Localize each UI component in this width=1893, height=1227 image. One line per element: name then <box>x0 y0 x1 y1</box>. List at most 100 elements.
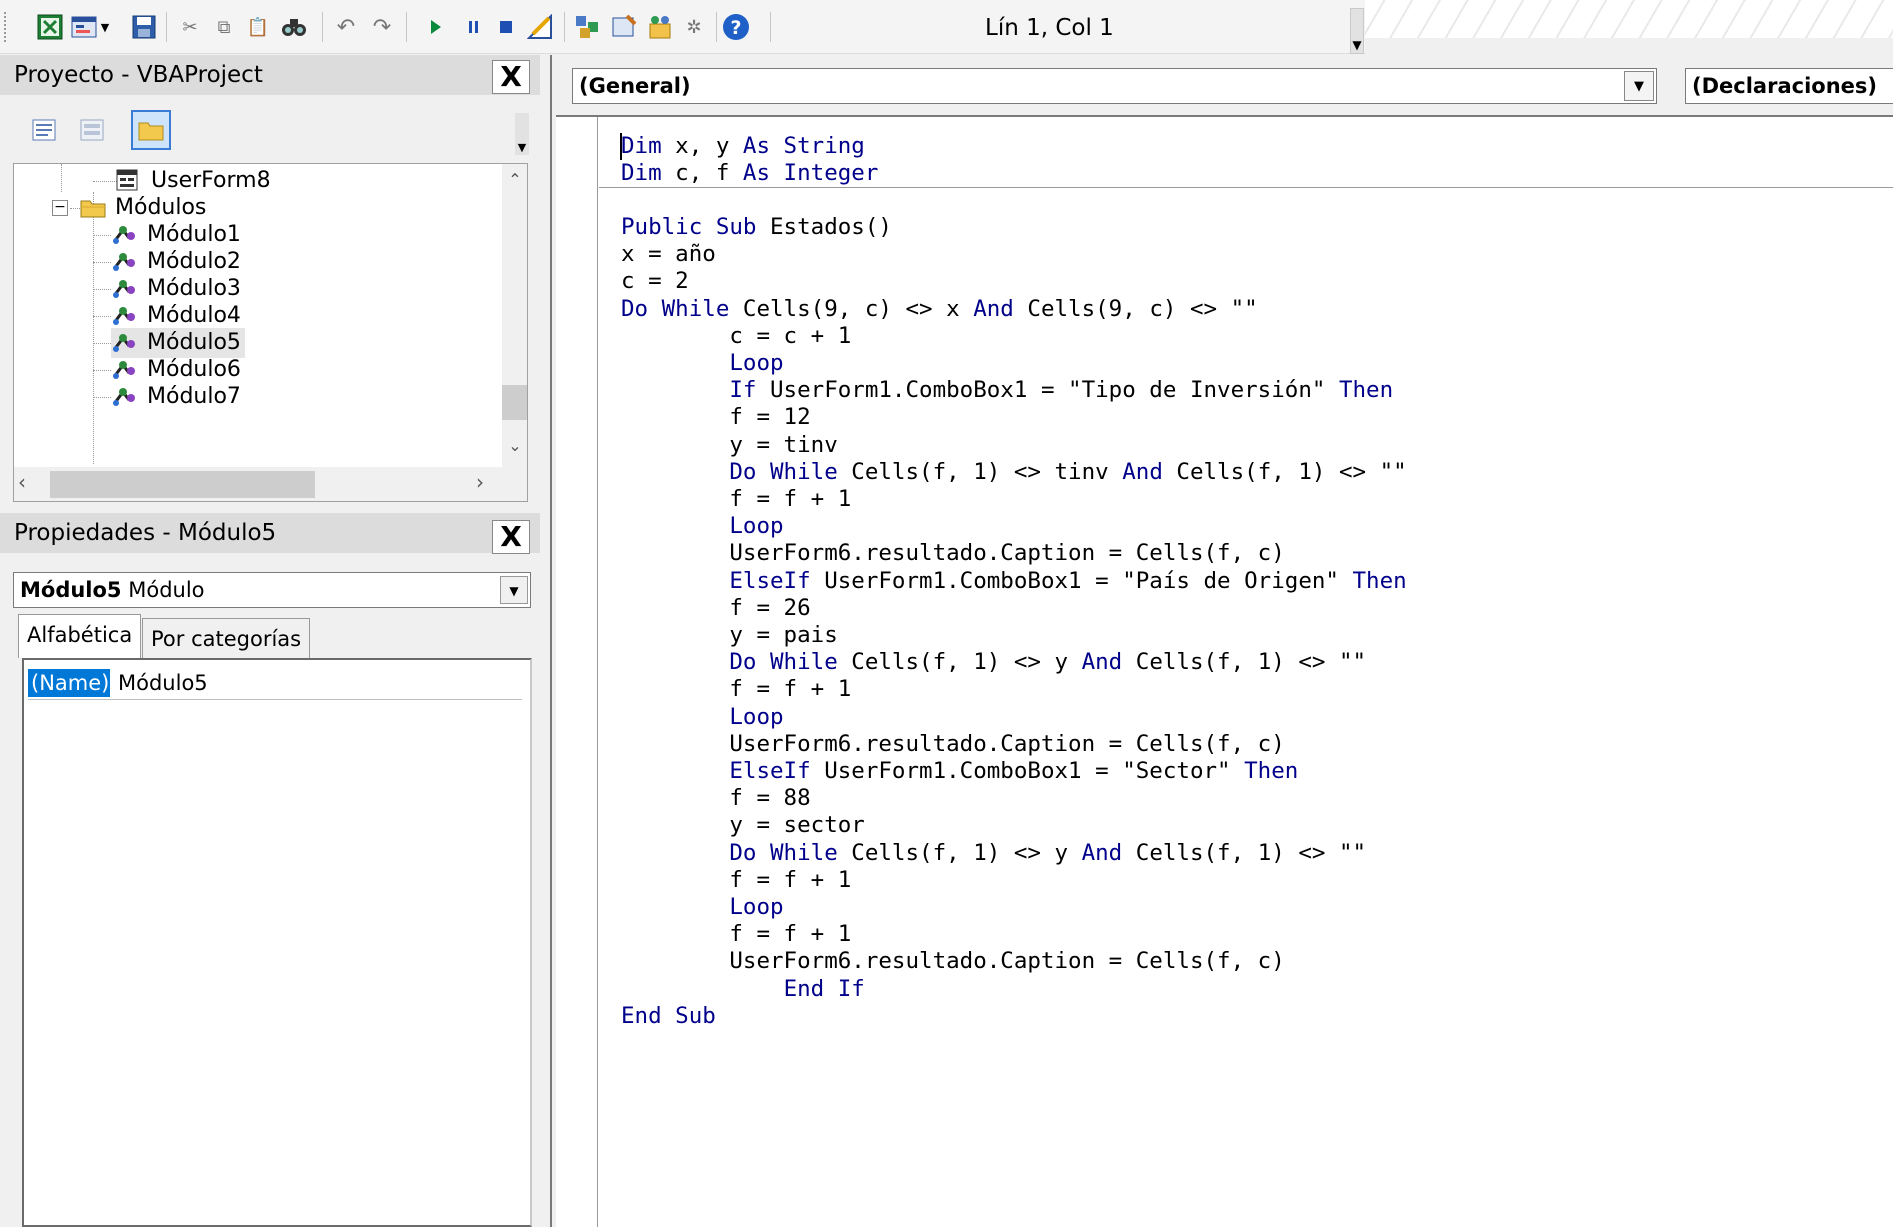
toolbox-icon[interactable]: ✲ <box>680 13 708 41</box>
find-icon[interactable] <box>280 13 308 41</box>
code-editor[interactable]: Dim x, y As String Dim c, f As Integer Pub… <box>556 115 1893 1227</box>
code-line[interactable]: Dim x, y As String <box>621 131 865 161</box>
run-icon[interactable] <box>422 13 450 41</box>
reset-icon[interactable] <box>492 13 520 41</box>
project-toolbar-options[interactable]: ▼ <box>515 113 529 155</box>
tree-item-modulo3[interactable]: Módulo3 <box>111 274 241 304</box>
tree-item-modulo7[interactable]: Módulo7 <box>111 382 241 412</box>
code-line[interactable]: f = 12 <box>621 402 810 432</box>
project-explorer-icon[interactable] <box>574 13 602 41</box>
property-grid[interactable]: (Name) Módulo5 <box>22 658 532 1227</box>
design-mode-icon[interactable] <box>526 13 554 41</box>
tree-item-modulo2[interactable]: Módulo2 <box>111 247 241 277</box>
code-keyword: And <box>973 295 1014 322</box>
code-line[interactable]: End Sub <box>621 1001 716 1031</box>
code-line[interactable]: Loop <box>621 892 783 922</box>
code-line[interactable]: x = año <box>621 239 716 269</box>
code-line[interactable]: If UserForm1.ComboBox1 = "Tipo de Invers… <box>621 375 1393 405</box>
code-line[interactable]: Do While Cells(9, c) <> x And Cells(9, c… <box>621 294 1258 324</box>
code-line[interactable]: Loop <box>621 511 783 541</box>
code-line[interactable]: f = f + 1 <box>621 865 851 895</box>
toolbar-options-button[interactable]: ▼ <box>1350 8 1364 54</box>
project-close-button[interactable]: X <box>492 60 530 94</box>
tree-item-modulo4[interactable]: Módulo4 <box>111 301 241 331</box>
undo-icon[interactable]: ↶ <box>332 13 360 41</box>
scroll-left-icon[interactable]: ‹ <box>18 470 26 494</box>
tree-item-modulo1[interactable]: Módulo1 <box>111 220 241 250</box>
properties-close-button[interactable]: X <box>492 520 530 554</box>
help-icon[interactable]: ? <box>722 13 750 41</box>
code-line[interactable]: ElseIf UserForm1.ComboBox1 = "País de Or… <box>621 566 1406 596</box>
code-line[interactable]: c = 2 <box>621 266 689 296</box>
code-line[interactable]: Do While Cells(f, 1) <> tinv And Cells(f… <box>621 457 1406 487</box>
code-line[interactable]: f = f + 1 <box>621 919 851 949</box>
code-line[interactable]: UserForm6.resultado.Caption = Cells(f, c… <box>621 946 1284 976</box>
code-line[interactable]: Loop <box>621 702 783 732</box>
code-line[interactable]: f = 88 <box>621 783 810 813</box>
insert-object-icon[interactable] <box>70 13 98 41</box>
code-keyword: Then <box>1244 758 1299 784</box>
code-line[interactable]: Loop <box>621 348 783 378</box>
tab-alfabetica[interactable]: Alfabética <box>18 614 142 658</box>
code-line[interactable]: UserForm6.resultado.Caption = Cells(f, c… <box>621 538 1284 568</box>
code-margin[interactable] <box>556 117 598 1227</box>
tree-item-modulo5[interactable]: Módulo5 <box>111 328 245 358</box>
code-line[interactable]: Do While Cells(f, 1) <> y And Cells(f, 1… <box>621 838 1366 868</box>
chevron-down-icon[interactable]: ▼ <box>1624 71 1654 101</box>
code-line[interactable]: End If <box>621 974 865 1004</box>
tree-item-modulos[interactable]: − Módulos <box>52 193 206 223</box>
toolbar-grip[interactable] <box>4 12 8 42</box>
code-line[interactable]: f = f + 1 <box>621 484 851 514</box>
code-line[interactable]: c = c + 1 <box>621 321 851 351</box>
code-line[interactable]: y = tinv <box>621 430 837 460</box>
property-name[interactable]: (Name) <box>28 669 110 697</box>
tree-item-userform8[interactable]: UserForm8 <box>115 166 271 196</box>
toggle-folders-icon[interactable] <box>131 110 171 150</box>
view-object-icon[interactable] <box>75 113 109 147</box>
property-value[interactable]: Módulo5 <box>114 666 208 700</box>
scroll-right-icon[interactable]: › <box>476 470 484 494</box>
scrollbar-thumb[interactable] <box>502 385 527 420</box>
chevron-down-icon[interactable]: ▼ <box>500 576 528 604</box>
code-line[interactable]: y = sector <box>621 810 864 840</box>
project-tree[interactable]: UserForm8 − Módulos Módulo1 Módulo2 Módu… <box>13 163 528 502</box>
code-line[interactable]: f = f + 1 <box>621 674 851 704</box>
code-text: UserForm6.resultado.Caption = Cells(f, c… <box>729 730 1285 757</box>
excel-view-icon[interactable] <box>36 13 64 41</box>
view-code-icon[interactable] <box>27 113 61 147</box>
cut-icon[interactable]: ✂ <box>176 13 204 41</box>
paste-icon[interactable]: 📋 <box>244 13 272 41</box>
collapse-icon[interactable]: − <box>52 200 68 216</box>
scrollbar-thumb[interactable] <box>50 471 315 498</box>
code-text: Cells(f, 1) <> y <box>837 649 1082 676</box>
copy-icon[interactable]: ⧉ <box>210 13 238 41</box>
tree-horizontal-scrollbar[interactable]: ‹ › <box>14 467 527 501</box>
properties-title: Propiedades - Módulo5 <box>0 513 540 553</box>
code-line[interactable]: y = pais <box>621 620 837 650</box>
code-keyword: Do While <box>729 649 838 676</box>
scroll-up-icon[interactable]: ⌃ <box>502 170 527 189</box>
property-row[interactable]: (Name) Módulo5 <box>28 666 522 700</box>
tree-item-label: Módulos <box>115 195 207 220</box>
chevron-down-icon[interactable]: ▼ <box>98 13 112 41</box>
object-combo[interactable]: (General) ▼ <box>572 68 1657 104</box>
break-icon[interactable] <box>460 13 488 41</box>
scroll-down-icon[interactable]: ⌄ <box>502 436 527 455</box>
tab-por-categorias[interactable]: Por categorías <box>142 618 311 658</box>
tree-item-modulo6[interactable]: Módulo6 <box>111 355 241 385</box>
object-browser-icon[interactable] <box>646 13 674 41</box>
code-line[interactable]: Do While Cells(f, 1) <> y And Cells(f, 1… <box>621 647 1366 677</box>
tree-vertical-scrollbar[interactable]: ⌃ ⌄ <box>502 164 527 467</box>
code-text: c = c + 1 <box>729 322 852 349</box>
code-text: UserForm1.ComboBox1 = "País de Origen" <box>810 567 1353 594</box>
properties-window-icon[interactable] <box>610 13 638 41</box>
procedure-combo[interactable]: (Declaraciones) <box>1685 68 1893 104</box>
code-line[interactable]: Public Sub Estados() <box>621 212 892 242</box>
object-selector[interactable]: Módulo5 Módulo ▼ <box>13 572 531 608</box>
code-line[interactable]: UserForm6.resultado.Caption = Cells(f, c… <box>621 729 1285 759</box>
code-line[interactable]: ElseIf UserForm1.ComboBox1 = "Sector" Th… <box>621 756 1298 786</box>
code-line[interactable]: f = 26 <box>621 593 810 623</box>
redo-icon[interactable]: ↷ <box>368 13 396 41</box>
save-icon[interactable] <box>130 13 158 41</box>
code-line[interactable]: Dim c, f As Integer <box>621 158 878 188</box>
